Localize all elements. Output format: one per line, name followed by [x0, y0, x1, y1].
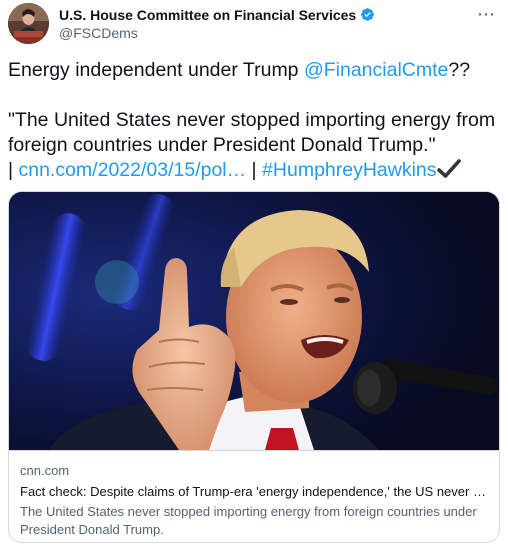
card-title: Fact check: Despite claims of Trump-era … [20, 484, 486, 499]
link-preview-card[interactable]: cnn.com Fact check: Despite claims of Tr… [8, 191, 500, 543]
hashtag-link[interactable]: #HumphreyHawkins [262, 159, 436, 181]
card-domain: cnn.com [20, 463, 70, 478]
separator-2: | [246, 159, 263, 181]
verified-badge-icon [361, 8, 375, 21]
heavy-check-mark-icon [436, 159, 461, 178]
more-horizontal-icon[interactable]: ⋯ [477, 4, 496, 25]
avatar[interactable] [8, 3, 49, 44]
avatar-image [8, 3, 49, 44]
account-name[interactable]: U.S. House Committee on Financial Servic… [59, 7, 356, 23]
tweet-text: Energy independent under Trump @Financia… [8, 58, 500, 183]
author-block: U.S. House Committee on Financial Servic… [59, 6, 375, 41]
card-description: The United States never stopped importin… [20, 504, 477, 537]
tweet-intro-text: Energy independent under Trump [8, 59, 304, 81]
name-row: U.S. House Committee on Financial Servic… [59, 6, 375, 23]
tweet-line-1: Energy independent under Trump @Financia… [8, 58, 500, 83]
tweet[interactable]: U.S. House Committee on Financial Servic… [0, 0, 508, 550]
card-image[interactable] [9, 192, 499, 450]
tweet-quote: "The United States never stopped importi… [8, 109, 496, 156]
article-url-link[interactable]: cnn.com/2022/03/15/pol… [18, 159, 246, 181]
tweet-quote-paragraph: "The United States never stopped importi… [8, 108, 500, 183]
tweet-intro-suffix: ?? [448, 59, 471, 81]
separator-1: | [8, 159, 19, 181]
mention-link[interactable]: @FinancialCmte [304, 59, 448, 81]
account-handle[interactable]: @FSCDems [59, 25, 375, 41]
card-photo-graphic [9, 192, 499, 450]
card-meta[interactable]: cnn.com Fact check: Despite claims of Tr… [9, 450, 499, 542]
